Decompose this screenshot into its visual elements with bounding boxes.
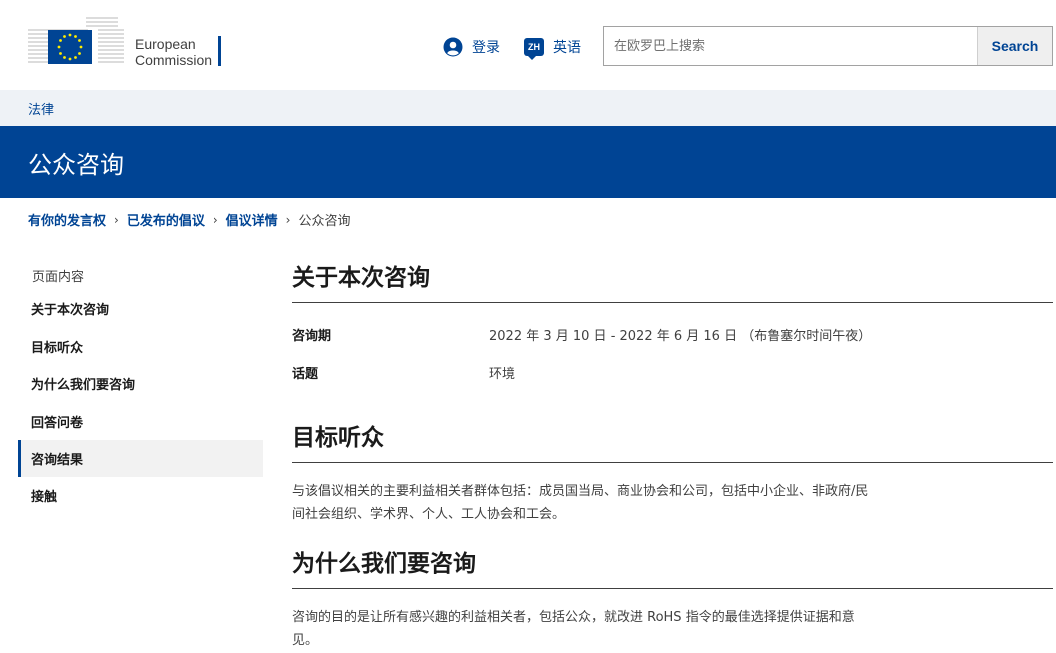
toc-item-target-audience[interactable]: 目标听众: [18, 328, 263, 365]
login-label: 登录: [472, 40, 500, 56]
site-name-link[interactable]: 法律: [28, 99, 54, 118]
logo-divider: [218, 36, 221, 66]
audience-text: 与该倡议相关的主要利益相关者群体包括：成员国当局、商业协会和公司，包括中小企业、…: [292, 480, 932, 526]
login-link[interactable]: 登录: [443, 36, 500, 58]
section-title-why-consult: 为什么我们要咨询: [292, 544, 1053, 589]
toc-item-contact[interactable]: 接触: [18, 477, 263, 514]
language-switcher[interactable]: ZH 英语: [524, 36, 581, 60]
section-title-target-audience: 目标听众: [292, 418, 1053, 463]
site-header: European Commission 登录 ZH 英语 Search: [0, 0, 1056, 90]
logo-wordmark: European Commission: [135, 36, 212, 68]
breadcrumb-item-published-initiatives[interactable]: 已发布的倡议: [127, 210, 205, 229]
audience-text-line-2: 间社会组织、学术界、个人、工人协会和工会。: [292, 507, 566, 522]
logo-building-graphic: [28, 17, 124, 64]
section-title-about: 关于本次咨询: [292, 258, 1053, 303]
site-name-bar: 法律: [0, 90, 1056, 126]
topic-value: 环境: [489, 367, 516, 382]
period-label: 咨询期: [292, 329, 332, 344]
breadcrumb-current: 公众咨询: [298, 214, 351, 229]
chevron-right-icon: ›: [114, 212, 119, 227]
search-form: Search: [603, 26, 1053, 66]
language-label: 英语: [553, 40, 581, 56]
chevron-right-icon: ›: [285, 212, 291, 227]
audience-text-line-1: 与该倡议相关的主要利益相关者群体包括：成员国当局、商业协会和公司，包括中小企业、…: [292, 484, 869, 499]
user-icon: [443, 37, 463, 57]
why-text-line-1: 咨询的目的是让所有感兴趣的利益相关者，包括公众，就改进 RoHS 指令的最佳选择…: [292, 610, 855, 625]
period-value: 2022 年 3 月 10 日 - 2022 年 6 月 16 日 （布鲁塞尔时…: [489, 329, 872, 344]
breadcrumb: 有你的发言权 › 已发布的倡议 › 倡议详情 › 公众咨询: [28, 210, 351, 230]
breadcrumb-item-initiative-details[interactable]: 倡议详情: [226, 210, 278, 229]
page-banner: 公众咨询: [0, 126, 1056, 198]
logo-line-2: Commission: [135, 52, 213, 68]
toc-item-results[interactable]: 咨询结果: [18, 440, 263, 477]
european-commission-logo[interactable]: European Commission: [28, 16, 228, 68]
page-title: 公众咨询: [28, 151, 124, 179]
chevron-right-icon: ›: [212, 212, 218, 227]
toc-item-questionnaire[interactable]: 回答问卷: [18, 403, 263, 440]
toc-item-about[interactable]: 关于本次咨询: [18, 290, 263, 327]
language-code-badge: ZH: [524, 38, 544, 60]
toc-title: 页面内容: [32, 270, 85, 285]
toc-item-why-consult[interactable]: 为什么我们要咨询: [18, 365, 263, 402]
search-input[interactable]: [604, 27, 977, 65]
why-text: 咨询的目的是让所有感兴趣的利益相关者，包括公众，就改进 RoHS 指令的最佳选择…: [292, 606, 932, 652]
why-text-line-2: 见。: [292, 633, 319, 648]
logo-line-1: European: [135, 36, 196, 52]
breadcrumb-item-have-your-say[interactable]: 有你的发言权: [28, 210, 106, 229]
language-icon: ZH: [524, 37, 544, 60]
search-button[interactable]: Search: [977, 27, 1052, 65]
topic-label: 话题: [292, 367, 319, 382]
